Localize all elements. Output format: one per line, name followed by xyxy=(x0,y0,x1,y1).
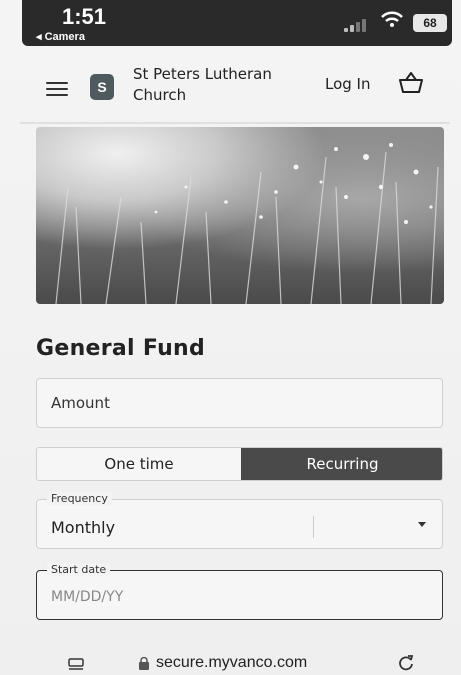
hero-image xyxy=(36,127,444,304)
start-date-input[interactable] xyxy=(51,587,421,607)
reload-icon[interactable] xyxy=(396,652,416,672)
status-bar: 1:51 ◂ Camera 68 xyxy=(22,0,452,46)
lock-icon xyxy=(139,657,149,670)
fund-title: General Fund xyxy=(36,336,206,361)
status-time: 1:51 xyxy=(62,4,107,29)
frequency-select[interactable]: Frequency Monthly xyxy=(36,492,443,549)
site-header: S St Peters Lutheran Church Log In xyxy=(0,58,461,108)
frequency-value: Monthly xyxy=(51,518,116,537)
back-to-camera-link[interactable]: ◂ Camera xyxy=(36,30,85,43)
cellular-signal-icon xyxy=(344,18,370,32)
hamburger-menu-icon[interactable] xyxy=(46,82,68,96)
url-text[interactable]: secure.myvanco.com xyxy=(156,654,307,672)
basket-icon[interactable] xyxy=(397,70,425,96)
start-date-field[interactable]: Start date xyxy=(36,563,443,620)
tabs-icon[interactable] xyxy=(68,658,84,670)
recurring-option[interactable]: Recurring xyxy=(241,448,442,480)
header-divider xyxy=(20,122,450,124)
one-time-option[interactable]: One time xyxy=(37,448,241,480)
church-logo[interactable]: S xyxy=(90,74,114,100)
page: 1:51 ◂ Camera 68 S St Peters Lutheran Ch… xyxy=(0,0,461,675)
amount-label: Amount xyxy=(51,394,110,412)
select-separator xyxy=(313,516,314,538)
battery-indicator: 68 xyxy=(413,14,447,32)
amount-field[interactable]: Amount xyxy=(36,378,443,428)
wifi-icon xyxy=(381,11,403,27)
login-link[interactable]: Log In xyxy=(325,75,371,93)
chevron-down-icon[interactable] xyxy=(418,522,426,527)
frequency-label: Frequency xyxy=(47,492,112,505)
start-date-label: Start date xyxy=(47,563,111,576)
browser-address-bar: secure.myvanco.com xyxy=(0,640,461,675)
church-name[interactable]: St Peters Lutheran Church xyxy=(133,64,303,106)
frequency-type-toggle: One time Recurring xyxy=(36,447,443,481)
